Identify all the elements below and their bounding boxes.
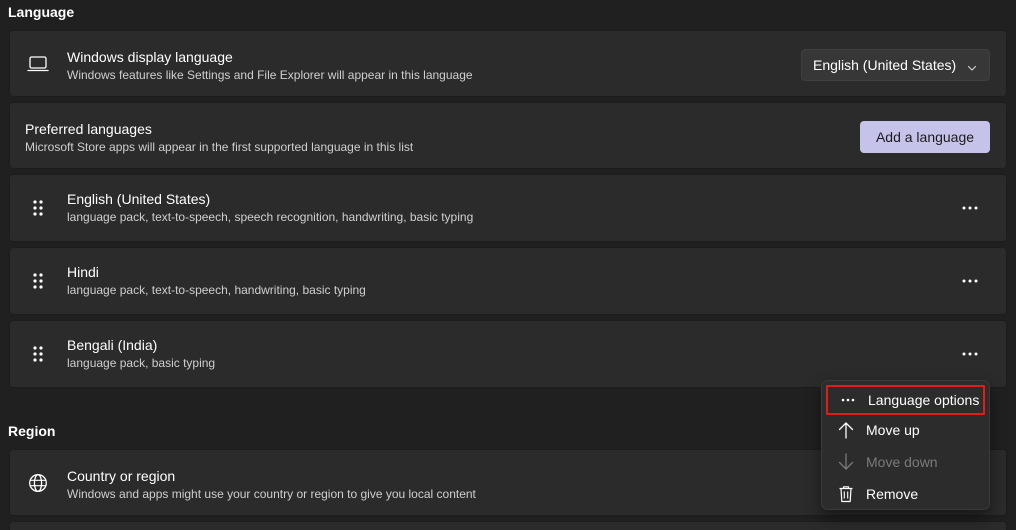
drag-handle-icon[interactable] bbox=[26, 269, 50, 293]
drag-handle-icon[interactable] bbox=[26, 342, 50, 366]
more-options-button[interactable] bbox=[954, 340, 986, 368]
language-section-title: Language bbox=[8, 4, 75, 20]
more-options-button[interactable] bbox=[954, 194, 986, 222]
language-features: language pack, text-to-speech, handwriti… bbox=[67, 283, 366, 297]
preferred-languages-desc: Microsoft Store apps will appear in the … bbox=[25, 140, 414, 154]
menu-item-language-options[interactable]: Language options bbox=[826, 385, 985, 415]
settings-page: Language Windows display language Window… bbox=[0, 0, 1016, 530]
add-language-button[interactable]: Add a language bbox=[860, 121, 990, 153]
menu-item-remove[interactable]: Remove bbox=[826, 479, 985, 509]
menu-item-label: Remove bbox=[866, 486, 919, 502]
language-name: Hindi bbox=[67, 264, 99, 280]
more-horizontal-icon bbox=[838, 390, 858, 410]
menu-item-move-down: Move down bbox=[826, 447, 985, 477]
language-row-bengali[interactable]: Bengali (India) language pack, basic typ… bbox=[9, 320, 1007, 388]
trash-icon bbox=[836, 484, 856, 504]
display-language-desc: Windows features like Settings and File … bbox=[67, 68, 473, 82]
language-row-english[interactable]: English (United States) language pack, t… bbox=[9, 174, 1007, 242]
menu-item-label: Move up bbox=[866, 422, 920, 438]
arrow-up-icon bbox=[836, 420, 856, 440]
country-region-desc: Windows and apps might use your country … bbox=[67, 487, 476, 501]
region-section-title: Region bbox=[8, 423, 56, 439]
display-language-dropdown[interactable]: English (United States) bbox=[801, 49, 990, 81]
preferred-languages-title: Preferred languages bbox=[25, 121, 152, 137]
language-features: language pack, text-to-speech, speech re… bbox=[67, 210, 474, 224]
language-features: language pack, basic typing bbox=[67, 356, 216, 370]
language-name: English (United States) bbox=[67, 191, 211, 207]
next-region-card bbox=[9, 521, 1007, 530]
chevron-down-icon bbox=[967, 60, 977, 76]
display-language-title: Windows display language bbox=[67, 49, 233, 65]
menu-item-label: Move down bbox=[866, 454, 938, 470]
language-row-hindi[interactable]: Hindi language pack, text-to-speech, han… bbox=[9, 247, 1007, 315]
arrow-down-icon bbox=[836, 452, 856, 472]
display-language-card: Windows display language Windows feature… bbox=[9, 30, 1007, 97]
language-context-menu: Language options Move up Move down Remov… bbox=[821, 380, 990, 510]
dropdown-value: English (United States) bbox=[813, 57, 957, 73]
country-region-title: Country or region bbox=[67, 468, 176, 484]
menu-item-move-up[interactable]: Move up bbox=[826, 415, 985, 445]
more-options-button[interactable] bbox=[954, 267, 986, 295]
menu-item-label: Language options bbox=[868, 392, 980, 408]
drag-handle-icon[interactable] bbox=[26, 196, 50, 220]
globe-icon bbox=[26, 471, 50, 495]
language-name: Bengali (India) bbox=[67, 337, 158, 353]
preferred-languages-card: Preferred languages Microsoft Store apps… bbox=[9, 102, 1007, 169]
laptop-icon bbox=[26, 52, 50, 76]
